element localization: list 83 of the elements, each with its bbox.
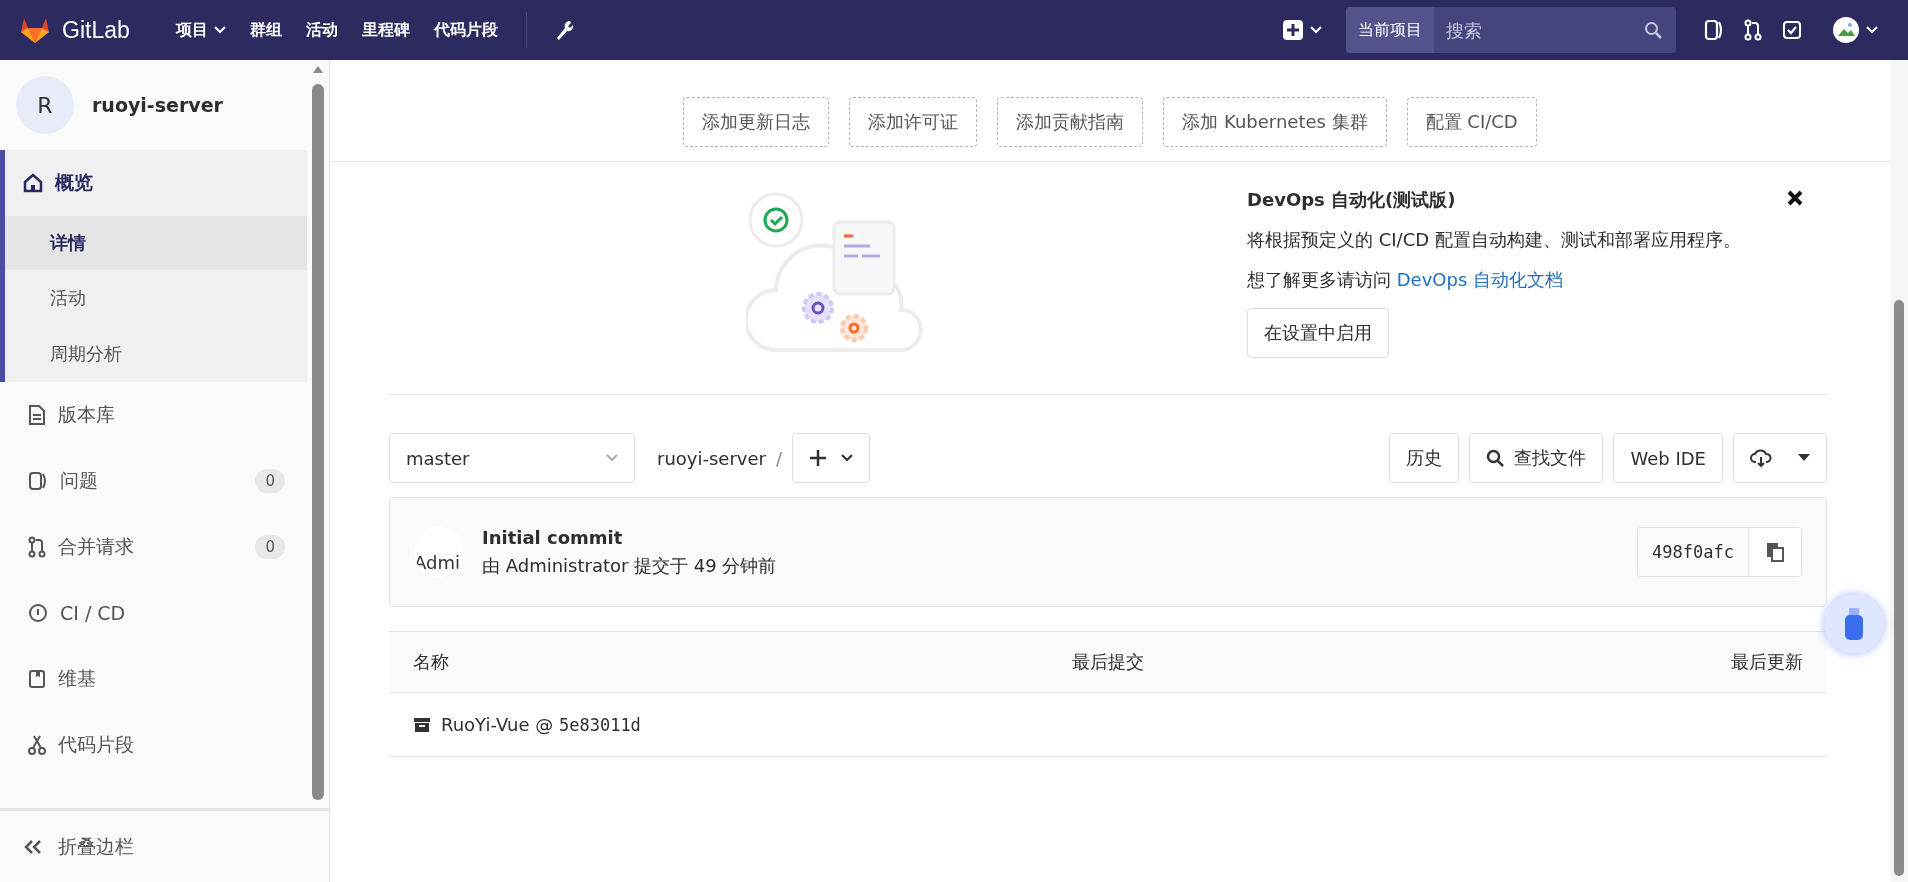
column-header: 名称 xyxy=(413,650,449,674)
copy-icon xyxy=(1766,542,1784,562)
commit-meta: 由 Administrator 提交于 49 分钟前 xyxy=(482,553,778,578)
column-header: 最后更新 xyxy=(1731,650,1803,674)
project-name[interactable]: ruoyi-server xyxy=(92,94,223,116)
enable-in-settings-button[interactable]: 在设置中启用 xyxy=(1247,308,1389,358)
caret-icon xyxy=(841,454,854,462)
archive-icon xyxy=(413,716,431,733)
nav-link[interactable]: 项目 xyxy=(163,10,238,50)
column-header: 最后提交 xyxy=(1072,650,1144,674)
caret-icon xyxy=(606,454,618,462)
banner-title: DevOps 自动化(测试版) xyxy=(1247,188,1456,212)
home-icon xyxy=(23,173,43,193)
caret-icon xyxy=(1798,454,1810,462)
sidebar-item[interactable]: 概览 xyxy=(5,150,307,216)
commit-sha[interactable]: 498f0afc xyxy=(1638,528,1749,576)
fox-logo-icon xyxy=(20,16,50,44)
gauge-icon xyxy=(28,603,48,623)
sidebar-item[interactable]: CI / CD xyxy=(5,580,307,646)
suggestion-button[interactable]: 添加贡献指南 xyxy=(997,97,1144,147)
caret-icon xyxy=(213,26,226,34)
nav-link[interactable]: 群组 xyxy=(237,10,294,50)
suggestion-button[interactable]: 添加更新日志 xyxy=(683,97,830,147)
double-chevron-left-icon xyxy=(24,838,42,855)
sidebar-item[interactable]: 维基 xyxy=(5,646,307,712)
collapse-sidebar-link[interactable]: 折叠边栏 xyxy=(0,808,329,882)
sidebar-item[interactable]: 问题 0 xyxy=(5,448,307,514)
toolbar-button[interactable]: Web IDE xyxy=(1613,433,1723,483)
toolbar-button[interactable]: 查找文件 xyxy=(1469,433,1604,483)
nav-link[interactable]: 代码片段 xyxy=(421,10,510,50)
plus-square-icon xyxy=(1282,19,1304,41)
path-separator: / xyxy=(775,447,783,469)
commit-title[interactable]: Initial commit xyxy=(482,526,1620,548)
page-scrollbar[interactable] xyxy=(1890,60,1908,882)
scroll-up-arrow-icon[interactable] xyxy=(312,64,324,74)
count-badge: 0 xyxy=(255,535,285,559)
sidebar-item[interactable]: 代码片段 xyxy=(5,712,307,778)
plus-icon xyxy=(809,449,828,467)
sidebar-item[interactable]: 合并请求 0 xyxy=(5,514,307,580)
project-avatar: R xyxy=(16,76,74,134)
count-badge: 0 xyxy=(255,469,285,493)
nav-link[interactable]: 里程碑 xyxy=(349,10,422,50)
sidebar-subitem[interactable]: 详情 xyxy=(5,216,307,270)
brand-name[interactable]: GitLab xyxy=(62,16,130,44)
submodule-link[interactable]: RuoYi-Vue @ 5e83011d xyxy=(441,714,641,735)
cloud-download-icon xyxy=(1750,449,1772,467)
docs-link[interactable]: DevOps 自动化文档 xyxy=(1396,269,1563,290)
book-icon xyxy=(28,669,46,689)
suggestion-button[interactable]: 配置 CI/CD xyxy=(1406,97,1537,147)
sidebar-item[interactable]: 版本库 xyxy=(5,382,307,448)
breadcrumb-link[interactable]: ruoyi-server xyxy=(657,447,766,469)
caret-icon xyxy=(1310,26,1322,34)
author-avatar: Admi xyxy=(414,527,464,577)
search-icon xyxy=(1644,21,1662,39)
suggestion-button[interactable]: 添加许可证 xyxy=(849,97,978,147)
wrench-icon xyxy=(554,19,575,41)
download-dropdown-button[interactable] xyxy=(1733,433,1827,483)
search-scope-button[interactable]: 当前项目 xyxy=(1346,7,1434,53)
floating-widget-button[interactable] xyxy=(1824,594,1884,654)
sidebar-subitem[interactable]: 周期分析 xyxy=(5,326,307,382)
broken-image-avatar-icon xyxy=(1832,16,1860,44)
suggestion-button[interactable]: 添加 Kubernetes 集群 xyxy=(1163,97,1387,147)
banner-learn-more: 想了解更多请访问 DevOps 自动化文档 xyxy=(1247,268,1563,292)
issues-icon xyxy=(1704,19,1724,41)
issues-icon xyxy=(28,471,48,491)
branch-dropdown[interactable]: master xyxy=(389,433,635,483)
nav-link[interactable]: 活动 xyxy=(293,10,350,50)
add-dropdown-button[interactable] xyxy=(792,433,871,483)
search-field[interactable]: 当前项目 搜索 xyxy=(1346,7,1676,53)
copy-button[interactable] xyxy=(1749,528,1801,576)
banner-description: 将根据预定义的 CI/CD 配置自动构建、测试和部署应用程序。 xyxy=(1247,228,1741,252)
checkbox-icon xyxy=(1782,20,1802,40)
search-icon xyxy=(1486,449,1505,467)
close-icon xyxy=(1787,190,1803,206)
sidebar-scrollbar-thumb[interactable] xyxy=(312,84,324,800)
caret-icon xyxy=(1866,26,1878,34)
merge-request-icon xyxy=(1744,19,1762,41)
toolbar-button[interactable]: 历史 xyxy=(1389,433,1460,483)
document-icon xyxy=(28,404,46,426)
usb-drive-icon xyxy=(1842,607,1866,641)
scissors-icon xyxy=(28,734,46,756)
merge-request-icon xyxy=(28,536,46,558)
sidebar-subitem[interactable]: 活动 xyxy=(5,270,307,326)
